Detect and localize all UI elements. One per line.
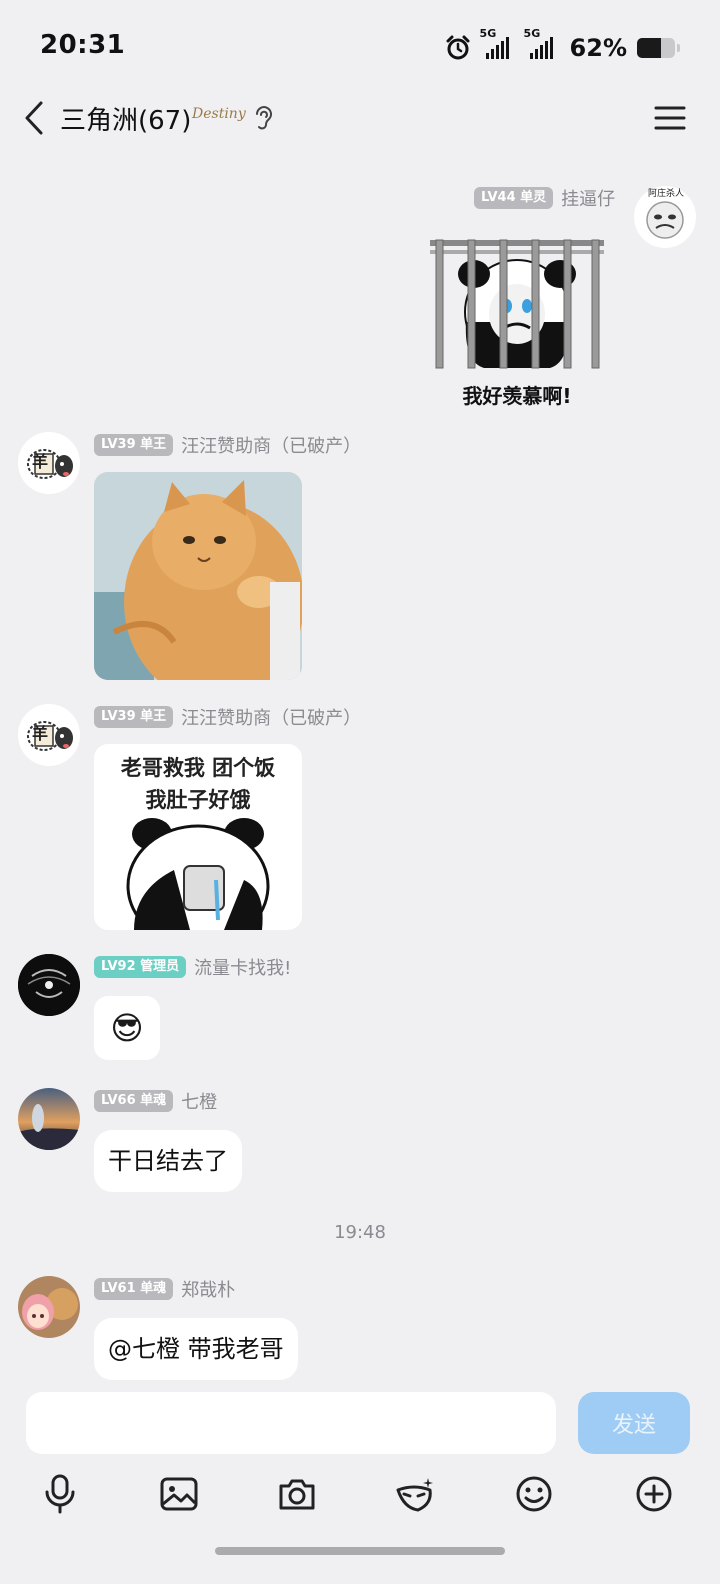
emoji-button[interactable]	[510, 1470, 558, 1518]
nickname[interactable]: 郑哉朴	[181, 1276, 235, 1302]
hamburger-menu-icon	[654, 106, 686, 130]
nickname[interactable]: 流量卡找我!	[194, 954, 291, 980]
nickname[interactable]: 汪汪赞助商（已破产）	[181, 704, 361, 730]
ear-icon[interactable]	[252, 104, 274, 132]
sticker-panda-jail[interactable]: 我好羡慕啊!	[424, 232, 610, 408]
chevron-left-icon	[25, 101, 43, 135]
sticker-orange-cat[interactable]	[94, 472, 302, 680]
sunglasses-emoji: 😎	[110, 1009, 144, 1047]
level-badge: LV66 单魂	[94, 1090, 174, 1112]
avatar[interactable]	[18, 1088, 80, 1150]
battery-icon	[637, 38, 675, 58]
mask-button[interactable]	[391, 1470, 439, 1518]
camera-icon	[279, 1479, 315, 1510]
message-input[interactable]	[26, 1392, 556, 1454]
send-button[interactable]: 发送	[578, 1392, 690, 1454]
camera-button[interactable]	[273, 1470, 321, 1518]
level-badge: LV44 单灵	[474, 187, 554, 209]
destiny-logo: Destiny	[192, 106, 246, 122]
voice-button[interactable]	[36, 1470, 84, 1518]
avatar[interactable]	[18, 954, 80, 1016]
face-mask-icon	[396, 1478, 433, 1512]
status-time: 20:31	[40, 30, 126, 60]
message-meta: LV92 管理员 流量卡找我!	[94, 955, 291, 979]
message-meta: LV66 单魂 七橙	[94, 1089, 217, 1113]
message-bubble[interactable]: @七橙 带我老哥	[94, 1318, 298, 1380]
plus-icon	[636, 1476, 672, 1512]
signal-icon-1: 5G	[480, 27, 516, 59]
status-icons: 5G 5G 62%	[444, 27, 680, 66]
gallery-button[interactable]	[155, 1470, 203, 1518]
avatar-caption: 羊	[31, 724, 48, 743]
chat-title[interactable]: 三角洲(67)	[60, 100, 191, 137]
nickname[interactable]: 挂逼仔	[561, 185, 615, 211]
signal-icon-2: 5G	[524, 27, 560, 59]
admin-badge: LV92 管理员	[94, 956, 187, 978]
message-meta: LV44 单灵 挂逼仔	[474, 186, 615, 210]
level-badge: LV39 单王	[94, 706, 174, 728]
sticker-caption: 我好羡慕啊!	[462, 384, 572, 408]
nickname[interactable]: 汪汪赞助商（已破产）	[181, 432, 361, 458]
alarm-icon	[446, 35, 470, 60]
image-icon	[160, 1477, 198, 1511]
avatar[interactable]	[18, 1276, 80, 1338]
avatar-caption: 阿庄杀人	[647, 189, 684, 199]
message-meta: LV61 单魂 郑哉朴	[94, 1277, 235, 1301]
home-indicator[interactable]	[215, 1547, 505, 1555]
avatar-caption: 羊	[31, 452, 48, 471]
menu-button[interactable]	[652, 102, 688, 134]
message-meta: LV39 单王 汪汪赞助商（已破产）	[94, 705, 361, 729]
more-button[interactable]	[630, 1470, 678, 1518]
level-badge: LV61 单魂	[94, 1278, 174, 1300]
sticker-panda-hungry[interactable]: 老哥救我 团个饭 我肚子好饿	[94, 744, 302, 930]
level-badge: LV39 单王	[94, 434, 174, 456]
nickname[interactable]: 七橙	[181, 1088, 217, 1114]
message-bubble[interactable]: 干日结去了	[94, 1130, 242, 1192]
emoji-bubble[interactable]: 😎	[94, 996, 160, 1060]
battery-percent: 62%	[569, 34, 627, 62]
back-button[interactable]	[14, 98, 54, 138]
time-divider: 19:48	[334, 1222, 386, 1243]
emoji-icon	[516, 1476, 552, 1512]
message-meta: LV39 单王 汪汪赞助商（已破产）	[94, 433, 361, 457]
microphone-icon	[45, 1474, 75, 1514]
sticker-text-line1: 老哥救我 团个饭	[120, 756, 276, 780]
